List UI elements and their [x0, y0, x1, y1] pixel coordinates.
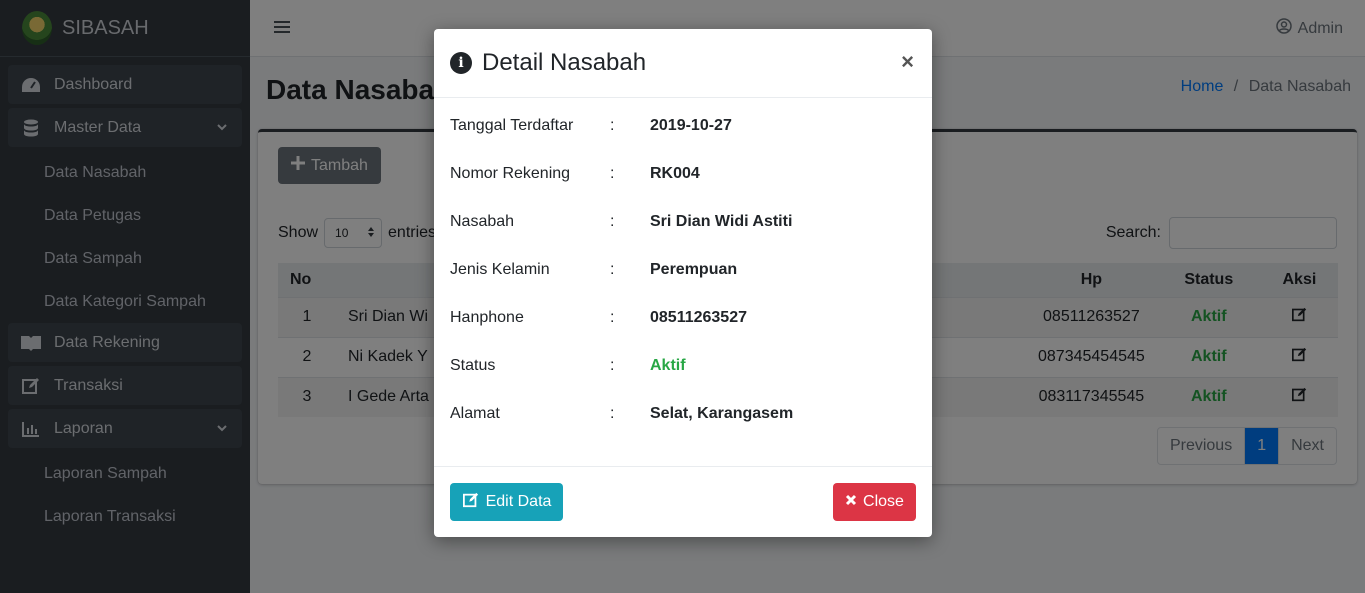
detail-value: 2019-10-27	[650, 117, 732, 134]
detail-label: Jenis Kelamin	[450, 261, 550, 278]
detail-row-alamat: Alamat : Selat, Karangasem	[450, 405, 793, 423]
detail-colon: :	[610, 117, 615, 134]
detail-colon: :	[610, 165, 615, 182]
detail-value: Selat, Karangasem	[650, 405, 794, 422]
times-icon	[845, 493, 857, 511]
detail-label: Nasabah	[450, 213, 515, 230]
detail-label: Tanggal Terdaftar	[450, 117, 574, 134]
detail-row-status: Status : Aktif	[450, 357, 686, 375]
close-icon[interactable]: ×	[901, 49, 914, 75]
detail-colon: :	[610, 357, 615, 374]
detail-value: RK004	[650, 165, 700, 182]
detail-value: Perempuan	[650, 261, 738, 278]
info-circle-icon: i	[450, 52, 472, 74]
detail-modal: i Detail Nasabah × Tanggal Terdaftar : 2…	[434, 29, 932, 537]
detail-colon: :	[610, 309, 615, 326]
detail-row-rekening: Nomor Rekening : RK004	[450, 165, 700, 183]
close-button-label: Close	[863, 493, 904, 510]
detail-value: Aktif	[650, 357, 686, 374]
detail-label: Hanphone	[450, 309, 524, 326]
edit-data-label: Edit Data	[485, 493, 552, 510]
modal-title: Detail Nasabah	[482, 49, 647, 76]
detail-label: Nomor Rekening	[450, 165, 571, 182]
edit-icon	[462, 492, 480, 513]
modal-header: i Detail Nasabah ×	[434, 29, 932, 98]
close-button[interactable]: Close	[833, 483, 916, 521]
detail-colon: :	[610, 213, 615, 230]
detail-row-jenis-kelamin: Jenis Kelamin : Perempuan	[450, 261, 737, 279]
modal-footer: Edit Data Close	[434, 466, 932, 537]
detail-label: Alamat	[450, 405, 500, 422]
detail-row-hanphone: Hanphone : 08511263527	[450, 309, 747, 327]
detail-row-tanggal: Tanggal Terdaftar : 2019-10-27	[450, 117, 732, 135]
detail-colon: :	[610, 405, 615, 422]
detail-colon: :	[610, 261, 615, 278]
detail-row-nasabah: Nasabah : Sri Dian Widi Astiti	[450, 213, 792, 231]
edit-data-button[interactable]: Edit Data	[450, 483, 563, 521]
detail-value: 08511263527	[650, 309, 747, 326]
detail-value: Sri Dian Widi Astiti	[650, 213, 793, 230]
detail-label: Status	[450, 357, 496, 374]
